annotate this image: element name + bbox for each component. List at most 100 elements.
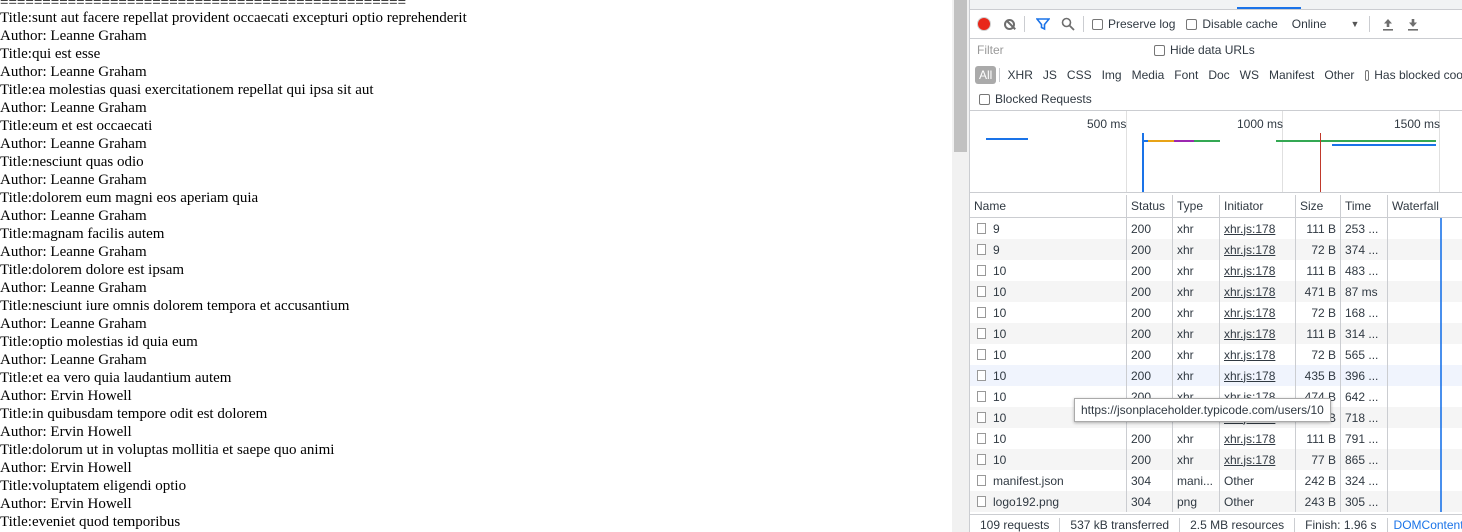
- request-type: xhr: [1173, 218, 1220, 239]
- resource-type-filters: All XHR JS CSS Img Media Font Doc WS Man…: [970, 63, 1462, 87]
- table-row[interactable]: 10 200 xhr xhr.js:178 72 B 565 ...: [970, 344, 1462, 365]
- search-icon: [1061, 17, 1075, 31]
- request-initiator-cell: Other: [1220, 491, 1296, 512]
- table-row[interactable]: 9 200 xhr xhr.js:178 72 B 374 ...: [970, 239, 1462, 260]
- table-row[interactable]: 10 200 xhr xhr.js:178 435 B 396 ...: [970, 365, 1462, 386]
- initiator-link[interactable]: xhr.js:178: [1224, 243, 1275, 257]
- initiator-link[interactable]: xhr.js:178: [1224, 306, 1275, 320]
- type-filter-ws[interactable]: WS: [1235, 67, 1264, 83]
- column-header-status[interactable]: Status: [1127, 195, 1173, 217]
- file-icon: [977, 307, 986, 318]
- column-header-size[interactable]: Size: [1296, 195, 1341, 217]
- export-har-button[interactable]: [1402, 13, 1424, 35]
- request-name-cell[interactable]: 10: [970, 428, 1127, 449]
- type-filter-manifest[interactable]: Manifest: [1264, 67, 1319, 83]
- table-row[interactable]: 10 200 xhr xhr.js:178 111 B 483 ...: [970, 260, 1462, 281]
- chevron-down-icon[interactable]: ▼: [1350, 19, 1359, 29]
- post-author: Author: Leanne Graham: [0, 244, 147, 260]
- initiator-link[interactable]: xhr.js:178: [1224, 369, 1275, 383]
- initiator-link[interactable]: xhr.js:178: [1224, 222, 1275, 236]
- request-name-cell[interactable]: 9: [970, 218, 1127, 239]
- table-row[interactable]: 10 200 xhr xhr.js:178 77 B 865 ...: [970, 449, 1462, 470]
- post-author: Author: Leanne Graham: [0, 208, 147, 224]
- search-button[interactable]: [1057, 13, 1079, 35]
- import-har-button[interactable]: [1377, 13, 1399, 35]
- initiator-link[interactable]: xhr.js:178: [1224, 432, 1275, 446]
- request-time: 168 ...: [1341, 302, 1388, 323]
- table-row[interactable]: 10 200 xhr xhr.js:178 72 B 168 ...: [970, 302, 1462, 323]
- request-name-cell[interactable]: 10: [970, 302, 1127, 323]
- column-header-time[interactable]: Time: [1341, 195, 1388, 217]
- type-filter-other[interactable]: Other: [1319, 67, 1359, 83]
- initiator-link[interactable]: xhr.js:178: [1224, 264, 1275, 278]
- request-initiator-cell: xhr.js:178: [1220, 302, 1296, 323]
- type-filter-all[interactable]: All: [975, 66, 997, 84]
- initiator-text: Other: [1224, 473, 1255, 488]
- filter-input[interactable]: [974, 41, 1142, 59]
- request-name-cell[interactable]: 10: [970, 365, 1127, 386]
- type-filter-media[interactable]: Media: [1127, 67, 1170, 83]
- request-name-cell[interactable]: logo192.png: [970, 491, 1127, 512]
- request-name-cell[interactable]: 9: [970, 239, 1127, 260]
- tab-elements[interactable]: Elements: [1029, 0, 1099, 9]
- request-waterfall: [1388, 323, 1462, 344]
- request-time: 324 ...: [1341, 470, 1388, 491]
- request-name-cell[interactable]: 10: [970, 449, 1127, 470]
- column-header-type[interactable]: Type: [1173, 195, 1220, 217]
- request-time: 642 ...: [1341, 386, 1388, 407]
- table-row[interactable]: manifest.json 304 mani... Other 242 B 324 ...: [970, 470, 1462, 491]
- table-row[interactable]: 10 200 xhr xhr.js:178 111 B 314 ...: [970, 323, 1462, 344]
- tab-sources[interactable]: Sources: [1170, 0, 1234, 9]
- scrollbar-thumb[interactable]: [954, 0, 967, 152]
- initiator-link[interactable]: xhr.js:178: [1224, 453, 1275, 467]
- throttling-select[interactable]: Online: [1292, 17, 1327, 31]
- page-scrollbar[interactable]: [952, 0, 969, 532]
- request-name-cell[interactable]: manifest.json: [970, 470, 1127, 491]
- has-blocked-cookies-checkbox[interactable]: [1365, 69, 1370, 81]
- type-filter-doc[interactable]: Doc: [1203, 67, 1234, 83]
- file-icon: [977, 454, 986, 465]
- tab-performance[interactable]: Performance: [1305, 0, 1394, 9]
- request-time: 718 ...: [1341, 407, 1388, 428]
- clear-icon: [1003, 18, 1015, 30]
- filter-toggle-button[interactable]: [1032, 13, 1054, 35]
- tab-network[interactable]: Network: [1237, 0, 1302, 9]
- column-header-name[interactable]: Name: [970, 195, 1127, 217]
- table-header: Name Status Type Initiator Size Time Wat…: [970, 195, 1462, 218]
- request-name-cell[interactable]: 10: [970, 281, 1127, 302]
- request-name-cell[interactable]: 10: [970, 260, 1127, 281]
- type-filter-js[interactable]: JS: [1038, 67, 1062, 83]
- post-author: Author: Leanne Graham: [0, 64, 147, 80]
- initiator-link[interactable]: xhr.js:178: [1224, 327, 1275, 341]
- request-waterfall: [1388, 470, 1462, 491]
- network-overview-timeline[interactable]: 500 ms 1000 ms 1500 ms: [970, 111, 1462, 193]
- column-header-initiator[interactable]: Initiator: [1220, 195, 1296, 217]
- request-time: 565 ...: [1341, 344, 1388, 365]
- request-initiator-cell: xhr.js:178: [1220, 260, 1296, 281]
- table-row[interactable]: 10 200 xhr xhr.js:178 111 B 791 ...: [970, 428, 1462, 449]
- tab-console[interactable]: Console: [1103, 0, 1167, 9]
- initiator-link[interactable]: xhr.js:178: [1224, 348, 1275, 362]
- initiator-link[interactable]: xhr.js:178: [1224, 285, 1275, 299]
- type-filter-img[interactable]: Img: [1097, 67, 1127, 83]
- request-name-cell[interactable]: 10: [970, 323, 1127, 344]
- record-button[interactable]: [973, 13, 995, 35]
- preserve-log-checkbox[interactable]: [1092, 18, 1103, 30]
- request-status: 200: [1127, 281, 1173, 302]
- column-header-waterfall[interactable]: Waterfall: [1388, 195, 1462, 217]
- disable-cache-checkbox[interactable]: [1186, 18, 1198, 30]
- table-row[interactable]: 10 200 xhr xhr.js:178 471 B 87 ms: [970, 281, 1462, 302]
- request-status: 304: [1127, 470, 1173, 491]
- waterfall-marker: [1440, 386, 1442, 407]
- clear-button[interactable]: [998, 13, 1020, 35]
- table-row[interactable]: 9 200 xhr xhr.js:178 111 B 253 ...: [970, 218, 1462, 239]
- hide-data-urls-checkbox[interactable]: [1154, 44, 1165, 56]
- blocked-requests-checkbox[interactable]: [979, 93, 990, 105]
- waterfall-marker: [1440, 449, 1442, 470]
- type-filter-font[interactable]: Font: [1169, 67, 1203, 83]
- request-type: xhr: [1173, 428, 1220, 449]
- type-filter-css[interactable]: CSS: [1062, 67, 1097, 83]
- table-row[interactable]: logo192.png 304 png Other 243 B 305 ...: [970, 491, 1462, 512]
- type-filter-xhr[interactable]: XHR: [1003, 67, 1038, 83]
- request-name-cell[interactable]: 10: [970, 344, 1127, 365]
